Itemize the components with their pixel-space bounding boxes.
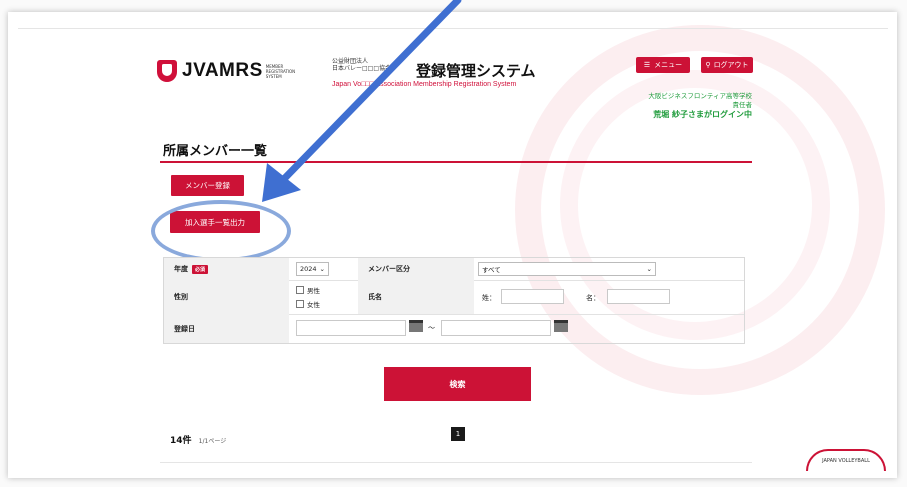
- annotation-arrow-shaft: [278, 0, 462, 185]
- annotation-arrow: [262, 0, 462, 202]
